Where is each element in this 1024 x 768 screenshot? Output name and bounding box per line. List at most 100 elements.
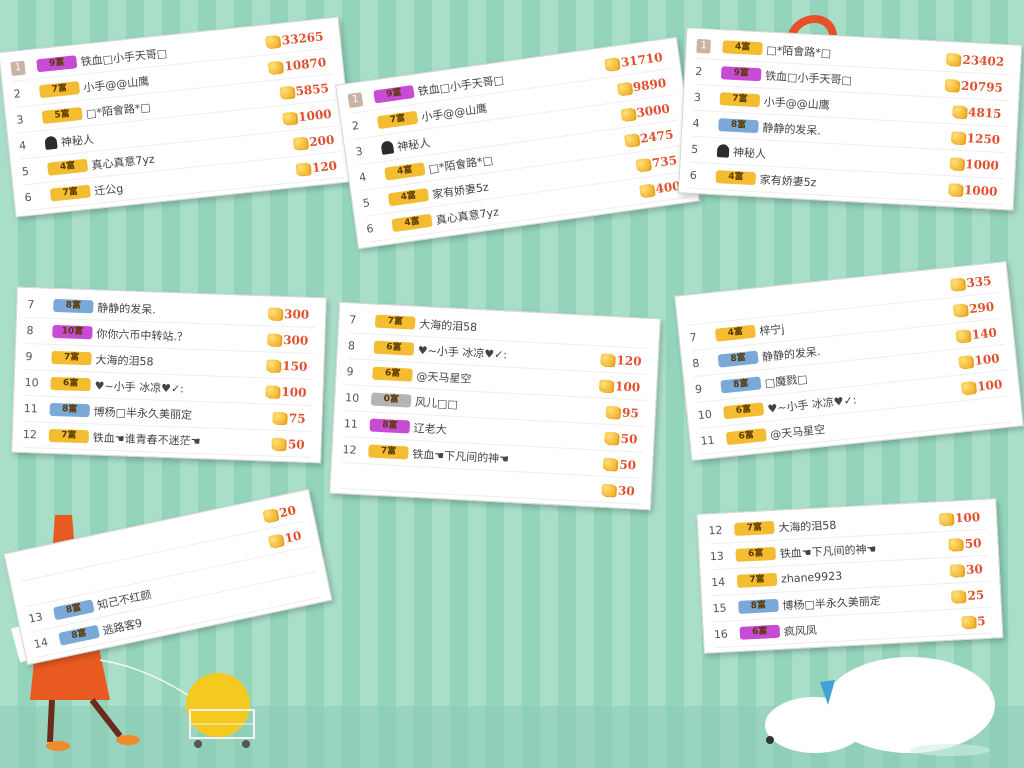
username[interactable]: 大海的泪58 [778,516,837,535]
score-value: 150 [282,358,308,374]
username[interactable]: 铁血☚下凡间的神☚ [412,445,509,466]
username[interactable]: 神秘人 [733,143,767,161]
score-value: 50 [619,457,637,472]
username[interactable]: 真心真意7yz [435,203,500,228]
username[interactable]: 疯风凤 [783,621,817,639]
coin-score: 1000 [281,106,332,125]
username[interactable]: 静静的发呆. [97,299,156,317]
username[interactable]: 神秘人 [396,134,431,154]
wealth-level-badge: 7富 [374,314,416,330]
username[interactable]: 逃路客9 [101,614,143,638]
score-value: 75 [288,410,306,426]
gold-coin-icon [598,378,613,392]
username[interactable]: □*陌會路*□ [428,151,494,176]
username[interactable]: □*陌會路*□ [766,41,832,60]
gold-coin-icon [949,563,964,577]
username[interactable]: 风儿□□ [415,393,459,411]
collage-background: 1 9富 铁血□小手天哥□ 33265 2 7富 小手@@山鹰 10870 3 5富 □*陌會路*□… [0,0,1024,768]
username[interactable]: 博杨□半永久美丽定 [782,592,881,613]
username[interactable]: ♥~小手 冰凉♥✓: [417,341,507,362]
gold-coin-icon [949,277,965,291]
username[interactable]: 静静的发呆. [761,342,821,364]
username[interactable]: 辽老大 [413,419,447,437]
score-value: 20 [277,502,298,520]
rank-number [23,589,48,594]
score-value: 5855 [294,80,330,98]
wealth-level-badge: 7富 [719,92,761,108]
rank-number: 7 [689,330,698,345]
wealth-level-badge: 6富 [372,366,413,382]
username[interactable]: □*陌會路*□ [85,98,151,121]
score-value: 31710 [620,49,664,70]
username[interactable]: 大海的泪58 [95,351,154,369]
leaderboard-card: 1 4富 □*陌會路*□ 23402 2 9富 铁血□小手天哥□ 20795 3 7富 小手@@山鹰… [677,27,1023,211]
coin-score: 1000 [949,156,999,172]
wealth-level-badge: 8富 [53,298,94,314]
rank-number: 7 [27,298,35,312]
wealth-level-badge: 4富 [722,40,763,56]
username[interactable]: 铁血□小手天哥□ [80,44,168,69]
username[interactable]: 你你六币中转站.？ [96,325,188,344]
gold-coin-icon [623,132,639,147]
coin-score: 30 [949,562,983,578]
rank-number: 9 [346,365,354,379]
gold-coin-icon [267,332,281,346]
wealth-level-badge: 8富 [718,118,759,134]
coin-score: 1000 [947,182,998,198]
username[interactable]: 铁血☚下凡间的神☚ [779,540,876,561]
gold-coin-icon [272,411,287,424]
rank-number: 4 [692,116,700,131]
username[interactable]: □魔戮□ [764,370,808,390]
score-value: 50 [287,436,305,452]
score-value: 10 [283,528,303,546]
wealth-level-badge: 0富 [370,392,412,408]
gold-coin-icon [947,182,962,196]
username[interactable]: 小手@@山鹰 [83,72,150,95]
username[interactable]: ♥~小手 冰凉♥✓: [94,377,184,396]
rank-number: 7 [348,313,357,327]
gold-coin-icon [948,537,963,551]
username[interactable]: 铁血☚谁青春不迷茫☚ [93,429,201,449]
gold-coin-icon [605,405,620,418]
username[interactable]: @天马星空 [416,367,472,386]
username[interactable]: 博杨□半永久美丽定 [93,403,192,422]
coin-score: 20795 [944,77,1003,94]
rank-first-badge: 1 [10,60,26,77]
gold-coin-icon [604,56,619,71]
gold-coin-icon [601,483,616,496]
username[interactable]: 梓宁j [759,320,786,339]
gold-coin-icon [955,328,970,343]
username[interactable]: 静静的发呆. [762,119,821,138]
rank-number: 10 [344,391,360,405]
wealth-level-badge: 8富 [58,624,101,646]
leaderboard-card: 12 7富 大海的泪58 100 13 6富 铁血☚下凡间的神☚ 50 14 7富 zhane992… [696,498,1004,654]
username[interactable]: 神秘人 [60,130,94,149]
username[interactable]: 小手@@山鹰 [420,100,488,125]
rank-number: 1 [10,58,37,77]
wealth-level-badge: 8富 [717,350,759,368]
username[interactable]: 真心真意7yz [91,150,156,173]
score-value: 300 [283,306,310,322]
username[interactable]: 家有娇妻5z [431,178,489,202]
wealth-level-badge: 6富 [735,546,777,562]
username[interactable]: 大海的泪58 [419,315,478,334]
username[interactable]: 迁公g [93,180,124,199]
gold-coin-icon [951,589,965,603]
score-value: 3000 [635,101,671,120]
username[interactable]: zhane9923 [781,569,843,585]
leaderboard-card: 7 7富 大海的泪58 8 6富 ♥~小手 冰凉♥✓: 120 9 6富 @天马星空 100 10 0富… [329,301,661,511]
username[interactable]: @天马星空 [769,420,826,442]
username[interactable]: ♥~小手 冰凉♥✓: [767,391,858,416]
coin-score: 50 [271,436,305,452]
score-value: 30 [617,483,636,498]
coin-score: 200 [292,132,335,150]
username[interactable]: 小手@@山鹰 [763,93,830,112]
wealth-level-badge: 5富 [41,106,83,125]
rank-number: 9 [694,382,703,397]
username[interactable]: 铁血□小手天哥□ [765,67,853,88]
rank-number: 14 [710,575,726,590]
rank-number: 6 [23,190,33,205]
username[interactable]: 家有娇妻5z [759,171,817,190]
gold-coin-icon [266,358,280,372]
leaderboard-card: 1 9富 铁血□小手天哥□ 31710 2 7富 小手@@山鹰 9890 3 神秘人 3000 4 4富… [335,36,700,250]
